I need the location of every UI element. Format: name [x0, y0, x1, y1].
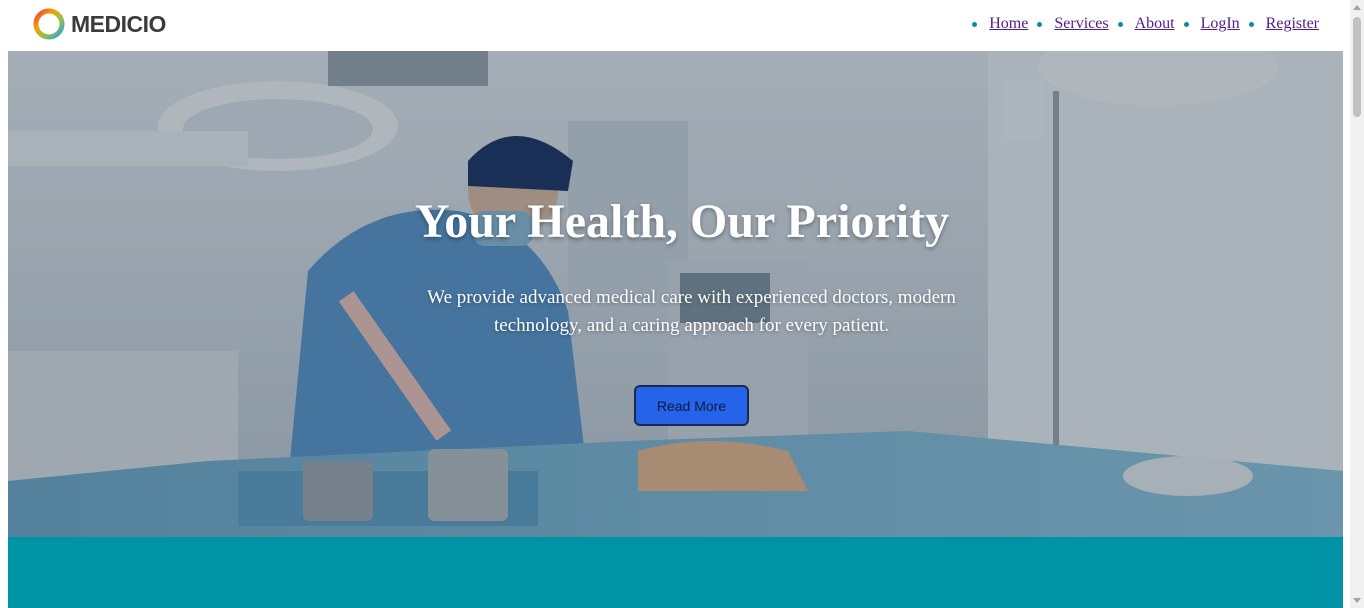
- hero-description: We provide advanced medical care with ex…: [427, 287, 956, 336]
- services-band: [8, 537, 1343, 608]
- nav-link-login[interactable]: LogIn: [1201, 15, 1240, 33]
- brand-logo[interactable]: MEDICIO: [32, 7, 166, 41]
- read-more-button[interactable]: Read More: [634, 385, 749, 426]
- nav-item-services: Services: [1037, 15, 1109, 33]
- nav-item-home: Home: [972, 15, 1028, 33]
- main-nav: Home Services About LogIn Register: [963, 15, 1319, 33]
- scrollbar-thumb[interactable]: [1353, 17, 1361, 117]
- hero-section: Your Health, Our Priority We provide adv…: [8, 51, 1343, 537]
- navbar: MEDICIO Home Services About LogIn Regist…: [8, 0, 1343, 51]
- bullet-icon: [1183, 21, 1189, 27]
- nav-link-home[interactable]: Home: [989, 15, 1028, 33]
- scroll-down-arrow-icon[interactable]: [1353, 598, 1361, 603]
- brand-name: MEDICIO: [71, 10, 166, 37]
- scroll-up-arrow-icon[interactable]: [1353, 5, 1361, 10]
- nav-item-about: About: [1117, 15, 1175, 33]
- bullet-icon: [1248, 21, 1254, 27]
- nav-link-register[interactable]: Register: [1266, 15, 1319, 33]
- page: MEDICIO Home Services About LogIn Regist…: [0, 0, 1364, 608]
- nav-item-register: Register: [1248, 15, 1319, 33]
- nav-link-about[interactable]: About: [1135, 15, 1175, 33]
- bullet-icon: [972, 21, 978, 27]
- nav-item-login: LogIn: [1183, 15, 1240, 33]
- page-scrollbar[interactable]: [1350, 0, 1364, 608]
- bullet-icon: [1037, 21, 1043, 27]
- circle-gradient-icon: [33, 8, 65, 40]
- hero-title: Your Health, Our Priority: [414, 195, 950, 248]
- nav-link-services[interactable]: Services: [1054, 15, 1108, 33]
- bullet-icon: [1117, 21, 1123, 27]
